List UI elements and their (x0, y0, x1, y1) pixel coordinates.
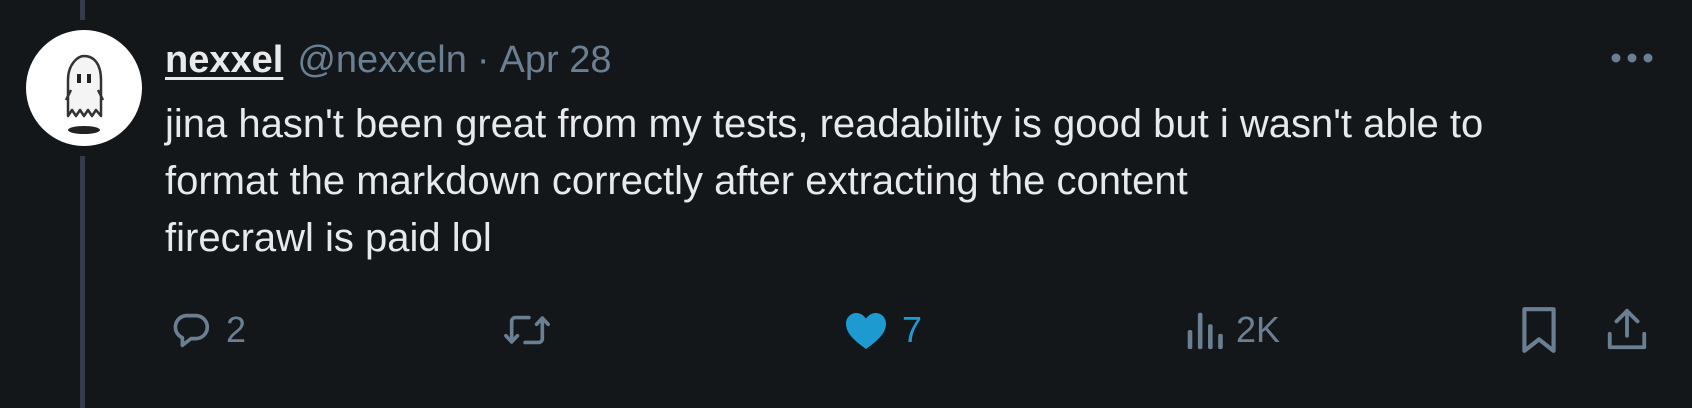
author-display-name[interactable]: nexxel (165, 39, 283, 82)
retweet-icon (502, 307, 552, 353)
reply-icon (168, 307, 214, 353)
thread-line-bottom (80, 156, 85, 408)
like-button[interactable]: 7 (842, 300, 922, 360)
more-icon (1611, 53, 1653, 63)
ghost-icon (64, 54, 105, 134)
bookmark-icon (1518, 305, 1560, 355)
like-count: 7 (902, 309, 923, 350)
thread-line-top (80, 0, 85, 20)
more-button[interactable] (1602, 38, 1662, 78)
views-button[interactable]: 2K (1184, 300, 1280, 360)
share-icon (1604, 305, 1650, 355)
reply-count: 2 (226, 309, 247, 350)
tweet-text-line: jina hasn't been great from my tests, re… (165, 102, 1484, 146)
tweet-text: jina hasn't been great from my tests, re… (165, 96, 1645, 267)
header-separator: · (476, 38, 490, 81)
share-button[interactable] (1604, 300, 1650, 360)
action-bar: 2 7 2K (0, 300, 1692, 360)
views-count: 2K (1236, 309, 1281, 350)
retweet-button[interactable] (502, 300, 564, 360)
tweet-text-line: firecrawl is paid lol (165, 216, 492, 260)
tweet-date[interactable]: Apr 28 (500, 39, 612, 82)
heart-icon (842, 307, 890, 353)
views-icon (1184, 307, 1224, 353)
avatar[interactable] (26, 30, 142, 146)
tweet-header: nexxel @nexxeln · Apr 28 (165, 36, 612, 84)
bookmark-button[interactable] (1518, 300, 1560, 360)
tweet-text-line: format the markdown correctly after extr… (165, 159, 1188, 203)
author-handle[interactable]: @nexxeln (297, 39, 467, 82)
reply-button[interactable]: 2 (168, 300, 246, 360)
